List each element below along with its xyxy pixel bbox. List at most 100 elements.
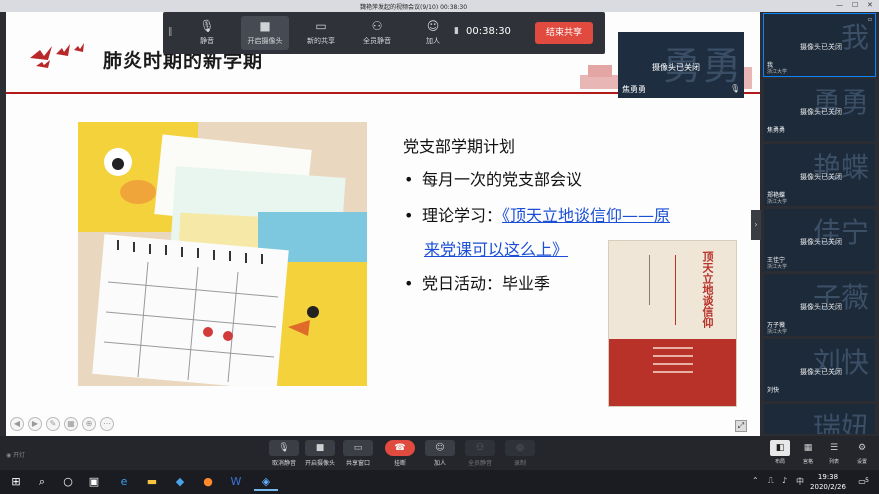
participant-status: 摄像头已关闭 — [800, 173, 842, 181]
participant-name: 刘快 — [767, 387, 780, 394]
participant-org: 浙江大学 — [767, 69, 788, 75]
self-tile-status: 摄像头已关闭 — [652, 63, 700, 72]
self-video-tile[interactable]: 勇勇 摄像头已关闭 焦勇勇 🎙 — [618, 32, 744, 98]
notebooks-photo — [78, 122, 367, 386]
layout-button[interactable]: ◧ 布局 — [766, 440, 794, 465]
list-view-button[interactable]: ☰ 列表 — [820, 440, 848, 465]
record-button[interactable]: ◎ 录制 — [500, 440, 540, 467]
participant-status: 摄像头已关闭 — [800, 368, 842, 376]
tray-expand-icon[interactable]: ⌃ — [752, 476, 759, 485]
share-window-button[interactable]: ▭ 共享窗口 — [338, 440, 378, 467]
mute-all-label: 全员静音 — [363, 37, 391, 45]
prev-slide-icon[interactable]: ◀ — [10, 417, 24, 431]
firefox-icon[interactable]: ● — [196, 473, 220, 491]
participant-tile[interactable]: 子薇 摄像头已关闭 万子薇 浙江大学 — [764, 274, 875, 336]
camera-icon: ■ — [305, 440, 335, 456]
bullet-dot: • — [404, 274, 414, 293]
share-window-label: 共享窗口 — [345, 460, 370, 467]
share-screen-icon: ▭ — [343, 440, 373, 456]
mic-off-icon: 🎙 — [269, 440, 299, 456]
settings-button[interactable]: ⚙ 设置 — [848, 440, 876, 465]
bullet-dot: • — [404, 206, 414, 225]
new-share-button[interactable]: ▭ 新的共享 — [297, 16, 345, 50]
cortana-icon[interactable]: ○ — [56, 473, 80, 491]
drag-handle-icon[interactable]: ‖ — [168, 27, 173, 37]
grid-view-button[interactable]: ▦ 宫格 — [794, 440, 822, 465]
dingtalk-icon[interactable]: ◈ — [254, 473, 278, 491]
bottom-start-camera-label: 开启摄像头 — [304, 460, 335, 467]
new-share-label: 新的共享 — [307, 37, 335, 45]
search-icon[interactable]: ⌕ — [30, 473, 54, 491]
ime-indicator[interactable]: 中 — [796, 476, 804, 487]
next-slide-icon[interactable]: ▶ — [28, 417, 42, 431]
start-camera-button[interactable]: ■ 开启摄像头 — [241, 16, 289, 50]
participant-org: 浙江大学 — [767, 199, 788, 205]
maximize-icon[interactable]: ☐ — [852, 1, 858, 9]
list-view-label: 列表 — [828, 459, 839, 465]
bullet-meeting-text: 每月一次的党支部会议 — [422, 170, 583, 189]
window-title: 魏艳萍发起的视频会议(9/10) 00:38:30 — [360, 4, 468, 11]
mute-button[interactable]: 🎙 静音 — [183, 16, 231, 50]
bottom-start-camera-button[interactable]: ■ 开启摄像头 — [300, 440, 340, 467]
birds-decoration-icon — [30, 43, 84, 68]
self-tile-name: 焦勇勇 — [622, 85, 646, 94]
book-cover-image: 顶天立地谈信仰 — [608, 240, 737, 407]
book-cover-title: 顶天立地谈信仰 — [701, 251, 714, 328]
bullet-theory: • 理论学习：《顶天立地谈信仰——原 — [404, 202, 670, 226]
participant-panel: 我 摄像头已关闭 我 浙江大学 ▫ 勇勇 摄像头已关闭 焦勇勇 艳蝶 摄像头已关… — [762, 12, 879, 436]
book-link-line-1[interactable]: 《顶天立地谈信仰——原 — [502, 206, 670, 225]
participant-status: 摄像头已关闭 — [800, 238, 842, 246]
participant-org: 浙江大学 — [767, 329, 788, 335]
pen-icon[interactable]: ✎ — [46, 417, 60, 431]
close-icon[interactable]: ✕ — [867, 1, 873, 9]
bullet-activity-text: 党日活动：毕业季 — [422, 274, 551, 293]
notification-center-icon[interactable]: ▭ 5 — [854, 474, 870, 490]
zoom-icon[interactable]: ⊕ — [82, 417, 96, 431]
bottom-mute-all-button[interactable]: ⚇ 全员静音 — [460, 440, 500, 467]
participant-avatar-text: 我 — [840, 21, 869, 54]
task-view-icon[interactable]: ▣ — [82, 473, 106, 491]
participant-tile[interactable]: 刘快 摄像头已关闭 刘快 — [764, 339, 875, 401]
mute-all-button[interactable]: ⚇ 全员静音 — [353, 16, 401, 50]
book-link-line-2[interactable]: 来党课可以这么上》 — [424, 236, 568, 260]
network-icon[interactable]: ⎍ — [768, 476, 774, 486]
participant-tile[interactable]: 佳宁 摄像头已关闭 王佳宁 浙江大学 — [764, 209, 875, 271]
minimize-icon[interactable]: — — [836, 1, 843, 9]
add-person-button[interactable]: ☺ 加人 — [409, 16, 457, 50]
unmute-button[interactable]: 🎙 取消静音 — [264, 440, 304, 467]
slides-grid-icon[interactable]: ▦ — [64, 417, 78, 431]
participant-status: 摄像头已关闭 — [800, 108, 842, 116]
fullscreen-icon[interactable]: ⤢ — [735, 420, 747, 432]
bottom-left-text: 开灯 — [13, 452, 26, 459]
bottom-mute-all-label: 全员静音 — [467, 460, 492, 467]
app-icon[interactable]: ◆ — [168, 473, 192, 491]
participant-name: 焦勇勇 — [767, 127, 786, 134]
bottom-add-person-label: 加人 — [433, 460, 446, 467]
windows-start-icon[interactable]: ⊞ — [4, 473, 28, 491]
participant-tile[interactable]: 我 摄像头已关闭 我 浙江大学 ▫ — [763, 13, 876, 77]
signal-icon: ▮ — [454, 26, 459, 36]
word-icon[interactable]: W — [224, 473, 248, 491]
participant-status: 摄像头已关闭 — [800, 303, 842, 311]
tile-menu-icon[interactable]: ▫ — [868, 16, 872, 23]
participant-tile[interactable]: 艳蝶 摄像头已关闭 郑艳蝶 浙江大学 — [764, 144, 875, 206]
camera-icon: ■ — [259, 19, 271, 33]
participant-tile[interactable]: 瑞妞 — [764, 404, 875, 434]
mute-label: 静音 — [200, 37, 214, 45]
volume-icon[interactable]: ♪ — [782, 476, 787, 485]
mute-all-icon: ⚇ — [465, 440, 495, 456]
edge-browser-icon[interactable]: e — [112, 473, 136, 491]
participant-tile[interactable]: 勇勇 摄像头已关闭 焦勇勇 — [764, 79, 875, 141]
meeting-bottom-bar: ◉ 开灯 🎙 取消静音 ■ 开启摄像头 ▭ 共享窗口 ☎ 挂断 ☺ 加人 ⚇ 全… — [0, 436, 879, 470]
mic-icon: 🎙 — [199, 19, 215, 33]
end-share-button[interactable]: 结束共享 — [535, 22, 593, 44]
meeting-toolbar: ‖ 🎙 静音 ■ 开启摄像头 ▭ 新的共享 ⚇ 全员静音 ☺ 加人 ▮ 00:3… — [163, 12, 605, 54]
taskbar-clock[interactable]: 19:38 2020/2/26 — [808, 472, 848, 492]
add-person-label: 加人 — [426, 37, 440, 45]
bottom-add-person-button[interactable]: ☺ 加人 — [420, 440, 460, 467]
layout-label: 布局 — [774, 459, 785, 465]
more-options-icon[interactable]: ⋯ — [100, 417, 114, 431]
hang-up-button[interactable]: ☎ 挂断 — [380, 440, 420, 467]
file-explorer-icon[interactable]: ▬ — [140, 473, 164, 491]
collapse-panel-icon[interactable]: › — [751, 210, 761, 240]
